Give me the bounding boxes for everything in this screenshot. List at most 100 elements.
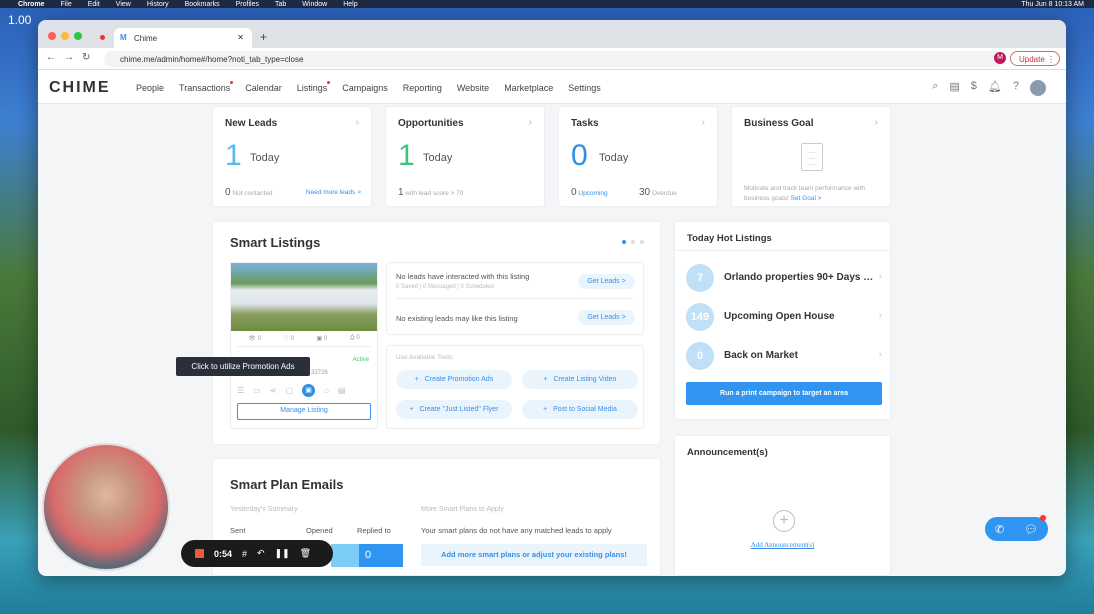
lead-score-count: 1 [398, 187, 404, 198]
smart-listings-title: Smart Listings [230, 235, 321, 250]
opportunities-card[interactable]: Opportunities › 1 Today 1 with lead score… [385, 106, 545, 207]
promotion-ads-icon[interactable]: ☰ [237, 386, 244, 395]
stop-recording-icon[interactable] [195, 549, 204, 558]
maximize-window-button[interactable] [74, 32, 82, 40]
video-icon[interactable]: ▭ [253, 386, 261, 395]
help-icon[interactable]: ? [1013, 80, 1019, 96]
webcam-overlay [42, 443, 170, 571]
pause-icon[interactable]: ❚❚ [275, 548, 290, 559]
new-tab-button[interactable]: + [260, 30, 267, 44]
nav-calendar[interactable]: Calendar [245, 83, 282, 93]
hot-listing-row[interactable]: 7 Orlando properties 90+ Days on Market› [686, 264, 882, 292]
nav-website[interactable]: Website [457, 83, 489, 93]
close-tab-icon[interactable]: ✕ [237, 33, 244, 42]
set-goal-link[interactable]: Set Goal > [791, 195, 822, 202]
app-nav: CHIME People Transactions Calendar Listi… [38, 70, 1066, 104]
listing-insights: No leads have interacted with this listi… [386, 262, 644, 335]
phone-icon[interactable]: ✆ [995, 523, 1004, 536]
add-smart-plans-button[interactable]: Add more smart plans or adjust your exis… [421, 544, 647, 566]
trash-icon[interactable]: 🗑︎ [300, 548, 311, 559]
card-title: New Leads [225, 118, 278, 129]
create-just-listed-flyer-button[interactable]: + Create "Just Listed" Flyer [396, 400, 512, 419]
open-house-icon[interactable]: ⌂ [324, 386, 329, 395]
menu-bookmarks[interactable]: Bookmarks [185, 1, 220, 8]
zoom-label: 1.00 [8, 13, 32, 27]
chime-logo[interactable]: CHIME [49, 79, 111, 97]
menu-history[interactable]: History [147, 1, 169, 8]
get-leads-button[interactable]: Get Leads > [578, 274, 635, 289]
upcoming-label[interactable]: Upcoming [578, 190, 607, 197]
hot-count: 0 [686, 342, 714, 370]
browser-tab[interactable]: M Chime ✕ [114, 28, 252, 48]
add-announcement-icon[interactable]: + [773, 510, 795, 532]
more-icon[interactable]: ▤ [338, 386, 346, 395]
nav-listings[interactable]: Listings [297, 81, 330, 93]
close-window-button[interactable] [48, 32, 56, 40]
need-more-leads-link[interactable]: Need more leads > [306, 189, 361, 196]
nav-settings[interactable]: Settings [568, 83, 601, 93]
menu-help[interactable]: Help [343, 1, 357, 8]
profile-avatar[interactable]: M [994, 52, 1006, 64]
tools-label: Use Available Tools: [396, 354, 454, 361]
upcoming-count: 0 [571, 187, 577, 198]
menu-tab[interactable]: Tab [275, 1, 286, 8]
new-leads-count: 1 [225, 139, 242, 172]
tasks-card[interactable]: Tasks › 0 Today 0 Upcoming 30 Overdue [558, 106, 718, 207]
card-title: Opportunities [398, 118, 464, 129]
chat-icon[interactable]: 💬︎ [1024, 523, 1038, 536]
recording-time: 0:54 [214, 548, 233, 559]
create-promotion-ads-button[interactable]: + Create Promotion Ads [396, 370, 512, 389]
url-field[interactable]: chime.me/admin/home#/home?noti_tab_type=… [104, 51, 1004, 67]
listing-zip: 32726 [311, 370, 328, 376]
user-avatar[interactable] [1030, 80, 1046, 96]
hot-label: Upcoming Open House [724, 311, 835, 322]
opened-bar [331, 544, 359, 567]
chevron-right-icon: › [878, 271, 882, 282]
menu-window[interactable]: Window [302, 1, 327, 8]
bell-icon[interactable]: 🔔︎ [988, 80, 1002, 96]
inbox-icon[interactable]: ▤ [949, 80, 959, 96]
search-icon[interactable]: ⌕ [932, 80, 938, 96]
nav-marketplace[interactable]: Marketplace [504, 83, 553, 93]
undo-icon[interactable]: ↶ [257, 548, 265, 559]
dollar-icon[interactable]: $ [971, 80, 977, 96]
today-label: Today [423, 152, 453, 164]
clipboard-icon: ·— ·— ·— [801, 143, 823, 171]
menu-app[interactable]: Chrome [18, 1, 44, 8]
overdue-count: 30 [639, 187, 651, 198]
get-leads-button[interactable]: Get Leads > [578, 310, 635, 325]
nav-people[interactable]: People [136, 83, 164, 93]
folder-icon[interactable]: ▢ [285, 386, 293, 395]
tasks-count: 0 [571, 139, 588, 172]
lead-score-label: with lead score > 70 [405, 190, 464, 197]
share-icon[interactable]: ⋖ [270, 386, 277, 395]
listing-photo[interactable] [231, 263, 377, 331]
update-button[interactable]: Update ⋮ [1010, 51, 1060, 66]
nav-transactions[interactable]: Transactions [179, 81, 234, 93]
minimize-window-button[interactable] [61, 32, 69, 40]
menu-view[interactable]: View [116, 1, 131, 8]
menu-profiles[interactable]: Profiles [236, 1, 259, 8]
print-campaign-button[interactable]: Run a print campaign to target an area [686, 382, 882, 405]
notification-dot [1040, 515, 1046, 521]
menu-edit[interactable]: Edit [88, 1, 100, 8]
flyer-icon[interactable]: ▣ [302, 384, 315, 397]
hot-listing-row[interactable]: 0 Back on Market › [686, 342, 882, 370]
add-announcement-link[interactable]: Add Announcement(s) [675, 541, 890, 549]
business-goal-card[interactable]: Business Goal › ·— ·— ·— Motivate and track… [731, 106, 891, 207]
contact-widget[interactable]: ✆ 💬︎ [985, 517, 1048, 541]
new-leads-card[interactable]: New Leads › 1 Today 0 Not contacted Need … [212, 106, 372, 207]
grid-icon[interactable]: # [242, 549, 247, 559]
menu-file[interactable]: File [60, 1, 71, 8]
hot-listing-row[interactable]: 149 Upcoming Open House › [686, 303, 882, 331]
create-listing-video-button[interactable]: + Create Listing Video [522, 370, 638, 389]
manage-listing-button[interactable]: Manage Listing [237, 403, 371, 420]
nav-campaigns[interactable]: Campaigns [342, 83, 388, 93]
chevron-right-icon: › [874, 117, 878, 128]
carousel-dots[interactable] [622, 240, 644, 244]
more-plans-text: Your smart plans do not have any matched… [421, 526, 612, 535]
nav-reporting[interactable]: Reporting [403, 83, 442, 93]
post-to-social-media-button[interactable]: + Post to Social Media [522, 400, 638, 419]
nav-buttons[interactable]: ←→↻ [46, 52, 98, 63]
overdue-label[interactable]: Overdue [652, 190, 677, 197]
